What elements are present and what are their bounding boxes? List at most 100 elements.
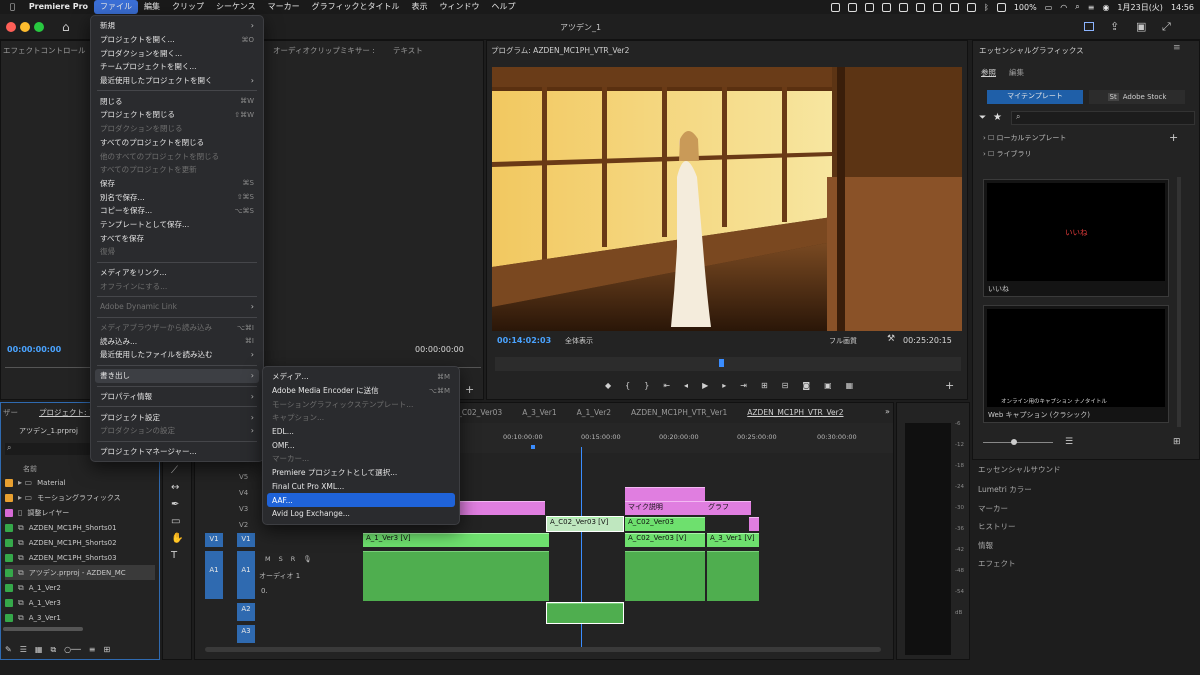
label-color-swatch[interactable] xyxy=(5,508,13,517)
tab-audio-clip-mixer[interactable]: オーディオクリップミキサー : xyxy=(273,45,375,56)
home-icon[interactable]: ⌂ xyxy=(62,20,70,34)
clip-v1-a3[interactable]: A_3_Ver1 [V] xyxy=(707,533,759,547)
mark-in-icon[interactable]: { xyxy=(625,381,630,390)
template-search-input[interactable]: ⌕ xyxy=(1011,111,1195,125)
tab-browser[interactable]: ザー xyxy=(3,407,18,418)
file-menu-item[interactable]: プロパティ情報 › xyxy=(95,390,259,404)
export-menu-item[interactable]: Avid Log Exchange... xyxy=(267,507,455,521)
file-menu-item[interactable]: 別名で保存... ⇧⌘S xyxy=(95,190,259,204)
export-menu-item[interactable]: EDL... xyxy=(267,425,455,439)
minimize-window-icon[interactable] xyxy=(20,22,30,32)
tab-seq-5[interactable]: AZDEN_MC1PH_VTR_Ver2 xyxy=(747,408,843,417)
siri-icon[interactable]: ◉ xyxy=(1102,3,1109,12)
menu-window[interactable]: ウィンドウ xyxy=(433,0,485,14)
file-menu-item[interactable]: すべてのプロジェクトを閉じる xyxy=(95,136,259,150)
record-a1-button[interactable]: R xyxy=(291,555,296,563)
source-patch-v1[interactable]: V1 xyxy=(205,533,223,547)
menu-edit[interactable]: 編集 xyxy=(138,0,166,14)
clip-v2-c02[interactable]: A_C02_Ver03 xyxy=(625,517,705,531)
project-list-item[interactable]: ⧉ A_3_Ver1 xyxy=(5,610,61,625)
sort-icon[interactable]: ☰ xyxy=(1065,437,1073,447)
thumb-size-slider[interactable] xyxy=(983,442,1053,443)
comparison-icon[interactable]: ▣ xyxy=(824,381,832,390)
track-a3[interactable]: A3 xyxy=(237,625,255,643)
column-name-header[interactable]: 名前 xyxy=(23,464,37,474)
zoom-slider[interactable]: ○── xyxy=(64,645,81,655)
quick-export-icon[interactable] xyxy=(1084,22,1094,31)
panel-info[interactable]: 情報 xyxy=(978,540,993,551)
clip-v2-pink[interactable] xyxy=(749,517,759,531)
tab-project[interactable]: プロジェクト: ア xyxy=(39,407,96,418)
search-icon[interactable]: ⌕ xyxy=(1075,2,1079,12)
label-color-swatch[interactable] xyxy=(5,568,13,577)
list-view-icon[interactable]: ☰ xyxy=(20,645,27,655)
add-template-icon[interactable]: + xyxy=(1169,131,1178,144)
menu-graphics[interactable]: グラフィックとタイトル xyxy=(306,0,406,14)
control-center-icon[interactable]: ≡ xyxy=(1088,3,1095,12)
my-templates-button[interactable]: マイテンプレート xyxy=(987,90,1083,104)
source-patch-a1[interactable]: A1 xyxy=(205,551,223,599)
timeline-vscroll[interactable] xyxy=(881,473,887,653)
export-menu-item[interactable]: OMF... xyxy=(267,438,455,452)
file-menu-item[interactable]: プロダクションを開く... xyxy=(95,46,259,60)
zoom-window-icon[interactable] xyxy=(34,22,44,32)
pencil-icon[interactable]: ✎ xyxy=(5,645,12,655)
new-layer-icon[interactable]: ⊞ xyxy=(1173,437,1181,447)
close-window-icon[interactable] xyxy=(6,22,16,32)
library-item[interactable]: › ☐ ライブラリ xyxy=(983,149,1032,159)
panel-menu-icon[interactable]: ≡ xyxy=(1173,43,1181,53)
mark-out-icon[interactable]: } xyxy=(644,381,649,390)
status-icon-2[interactable] xyxy=(848,2,858,12)
lift-icon[interactable]: ⊞ xyxy=(761,381,768,390)
audio-volume-value[interactable]: 0. xyxy=(261,587,268,595)
local-templates-item[interactable]: › ☐ ローカルテンプレート xyxy=(983,133,1066,143)
mute-a1-button[interactable]: M xyxy=(265,555,271,563)
file-menu-item[interactable]: コピーを保存... ⌥⌘S xyxy=(95,204,259,218)
share-icon[interactable]: ⇪ xyxy=(1110,20,1119,33)
track-a1[interactable]: A1 xyxy=(237,551,255,599)
file-menu-item[interactable]: 書き出し › xyxy=(95,368,259,383)
tab-seq-3[interactable]: A_1_Ver2 xyxy=(577,408,611,417)
project-list-item[interactable]: ▯ 調整レイヤー xyxy=(5,505,69,520)
tab-effect-controls[interactable]: エフェクトコントロール xyxy=(3,45,86,56)
clip-v3-graph[interactable]: グラフ xyxy=(705,501,751,515)
program-add-icon[interactable]: + xyxy=(945,379,954,392)
template-card-2[interactable]: オンライン用のキャプション ナノタイトル Web キャプション (クラシック) xyxy=(983,305,1169,423)
project-list-item[interactable]: ⧉ アツデン.prproj - AZDEN_MC xyxy=(5,565,155,580)
essential-graphics-title[interactable]: エッセンシャルグラフィックス xyxy=(979,45,1084,56)
file-menu-item[interactable]: すべてを保存 xyxy=(95,231,259,245)
clip-v2-c02-v[interactable]: A_C02_Ver03 [V] xyxy=(546,516,624,532)
project-list-item[interactable]: ⧉ A_1_Ver2 xyxy=(5,580,61,595)
track-a2[interactable]: A2 xyxy=(237,603,255,621)
battery-icon[interactable]: ▭ xyxy=(1045,3,1053,12)
fullscreen-icon[interactable]: ⤢ xyxy=(1162,20,1171,34)
menu-sequence[interactable]: シーケンス xyxy=(210,0,262,14)
label-color-swatch[interactable] xyxy=(5,553,13,562)
program-video-frame[interactable] xyxy=(492,67,962,331)
status-icon-4[interactable] xyxy=(882,2,892,12)
go-to-out-icon[interactable]: ⇥ xyxy=(740,381,747,390)
menu-file[interactable]: ファイル xyxy=(94,0,139,14)
fit-dropdown[interactable]: 全体表示 xyxy=(565,336,593,346)
track-v3[interactable]: V3 xyxy=(239,505,248,513)
program-scrubber[interactable] xyxy=(495,357,961,371)
file-menu-item[interactable]: 新規 › xyxy=(95,19,259,33)
project-hscroll[interactable] xyxy=(3,627,83,631)
star-icon[interactable]: ★ xyxy=(993,112,1002,123)
audio-clip-2[interactable] xyxy=(625,551,705,601)
track-v2[interactable]: V2 xyxy=(239,521,248,529)
file-menu-item[interactable]: プロジェクトマネージャー... xyxy=(95,445,259,459)
new-item-icon[interactable]: ⊞ xyxy=(103,645,110,655)
file-menu-item[interactable]: プロジェクト設定 › xyxy=(95,410,259,424)
add-marker-icon[interactable]: ◆ xyxy=(605,381,611,390)
status-icon-1[interactable] xyxy=(831,2,841,12)
menu-view[interactable]: 表示 xyxy=(405,0,433,14)
panel-lumetri[interactable]: Lumetri カラー xyxy=(978,484,1032,495)
program-timecode[interactable]: 00:14:02:03 xyxy=(497,336,551,345)
wrench-icon[interactable]: ⚒ xyxy=(887,334,895,344)
template-scrollbar[interactable] xyxy=(1177,177,1181,427)
program-title[interactable]: プログラム: AZDEN_MC1PH_VTR_Ver2 xyxy=(491,45,629,56)
label-color-swatch[interactable] xyxy=(5,583,13,592)
project-list-item[interactable]: ⧉ AZDEN_MC1PH_Shorts01 xyxy=(5,520,117,535)
clip-v1-a1ver3[interactable]: A_1_Ver3 [V] xyxy=(363,533,549,547)
